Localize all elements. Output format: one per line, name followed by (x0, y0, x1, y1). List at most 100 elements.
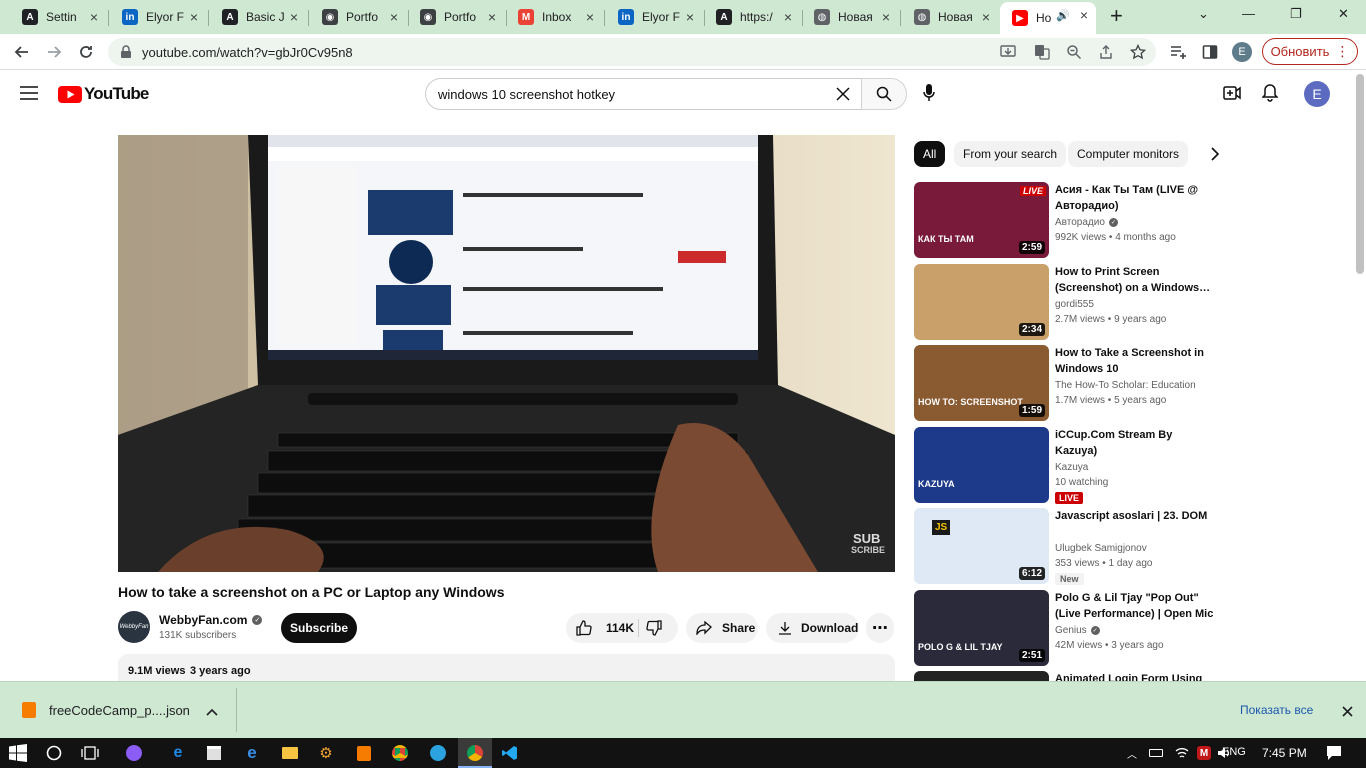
clear-search-icon[interactable] (836, 87, 850, 106)
profile-avatar[interactable]: E (1232, 42, 1252, 62)
browser-tab[interactable]: in Elyor F × (110, 4, 206, 30)
recommendation-channel[interactable]: Kazuya (1055, 462, 1088, 473)
tab-close-icon[interactable]: × (1080, 8, 1088, 22)
forward-icon[interactable] (42, 40, 66, 64)
vscode-icon[interactable] (500, 743, 520, 763)
tab-close-icon[interactable]: × (882, 10, 890, 24)
browser-tab[interactable]: M Inbox × (506, 4, 602, 30)
task-view-icon[interactable] (80, 743, 100, 763)
tab-close-icon[interactable]: × (586, 10, 594, 24)
browser-tab[interactable]: ◍ Новая × (902, 4, 998, 30)
minimize-window-icon[interactable]: — (1242, 6, 1255, 21)
recommendation-channel[interactable]: The How-To Scholar: Education (1055, 380, 1196, 391)
chrome-active-taskbar-button[interactable] (458, 738, 492, 768)
like-button[interactable]: 114K (566, 613, 638, 643)
recommendation-thumbnail[interactable]: 2:34 (914, 264, 1049, 340)
internet-explorer-icon[interactable]: e (242, 743, 262, 763)
install-app-icon[interactable] (1000, 44, 1016, 65)
chip-computer-monitors[interactable]: Computer monitors (1068, 141, 1189, 167)
recommendation-thumbnail[interactable]: KAZUYA (914, 427, 1049, 503)
tab-close-icon[interactable]: × (90, 10, 98, 24)
search-box[interactable]: windows 10 screenshot hotkey (425, 78, 862, 110)
sublime-text-icon[interactable] (354, 743, 374, 763)
recommendation-title[interactable]: Polo G & Lil Tjay "Pop Out" (Live Perfor… (1055, 590, 1215, 622)
store-icon[interactable] (204, 743, 224, 763)
download-options-chevron-icon[interactable] (206, 704, 218, 722)
subscribe-button[interactable]: Subscribe (281, 613, 357, 643)
search-button[interactable] (861, 78, 907, 110)
download-button[interactable]: Download (766, 613, 859, 643)
recommendation-channel[interactable]: Genius (1055, 625, 1087, 636)
browser-tab[interactable]: ◉ Portfo × (408, 4, 504, 30)
lock-icon[interactable] (120, 45, 132, 64)
recommendation-channel-row[interactable]: Genius ✓ (1055, 625, 1100, 636)
page-scrollbar-thumb[interactable] (1356, 74, 1364, 274)
channel-avatar[interactable]: WebbyFan (118, 611, 150, 643)
restore-window-icon[interactable]: ❐ (1290, 6, 1302, 22)
recommendation-item[interactable]: 2:34 How to Print Screen (Screenshot) on … (914, 264, 1214, 340)
tray-overflow-chevron-icon[interactable]: ︿ (1122, 743, 1142, 763)
recommendation-item[interactable]: HOW TO: SCREENSHOT 1:59 How to Take a Scre… (914, 345, 1214, 421)
recommendation-item[interactable]: POLO G & LIL TJAY 2:51 Polo G & Lil Tjay "… (914, 590, 1214, 666)
share-button[interactable]: Share (686, 613, 758, 643)
settings-gear-app-icon[interactable]: ⚙ (316, 743, 336, 763)
tab-audio-icon[interactable]: 🔊 (1056, 9, 1070, 22)
close-window-icon[interactable]: ✕ (1338, 6, 1349, 22)
mcafee-icon[interactable]: M (1194, 743, 1214, 763)
browser-tab[interactable]: in Elyor F × (606, 4, 702, 30)
wifi-icon[interactable] (1172, 743, 1192, 763)
recommendation-channel[interactable]: Авторадио (1055, 217, 1105, 228)
reload-icon[interactable] (74, 40, 98, 64)
search-input[interactable]: windows 10 screenshot hotkey (438, 87, 615, 102)
chip-all[interactable]: All (914, 141, 946, 167)
clock[interactable]: 7:45 PM (1262, 746, 1307, 760)
recommendation-channel-row[interactable]: Авторадио ✓ (1055, 217, 1118, 228)
recommendation-thumbnail[interactable]: КАК ТЫ ТАМ LIVE 2:59 (914, 182, 1049, 258)
browser-tab[interactable]: Ahttps:/× (704, 4, 800, 30)
recommendation-channel-row[interactable]: The How-To Scholar: Education (1055, 380, 1196, 391)
tab-search-chevron-icon[interactable]: ⌄ (1198, 6, 1209, 22)
video-player[interactable]: SUB SCRIBE (118, 135, 895, 572)
account-avatar[interactable]: E (1304, 81, 1330, 107)
side-panel-icon[interactable] (1198, 40, 1222, 64)
language-indicator[interactable]: ENG (1222, 746, 1246, 758)
new-tab-button[interactable]: + (1110, 4, 1123, 28)
address-bar[interactable]: youtube.com/watch?v=gbJr0Cv95n8 (108, 38, 1156, 66)
close-downloads-icon[interactable] (1342, 704, 1353, 722)
chip-from-your-search[interactable]: From your search (954, 141, 1067, 167)
recommendation-thumbnail[interactable]: HOW TO: SCREENSHOT 1:59 (914, 345, 1049, 421)
recommendation-thumbnail[interactable]: JS 6:12 (914, 508, 1049, 584)
zoom-icon[interactable] (1066, 44, 1082, 65)
power-battery-icon[interactable] (1146, 743, 1166, 763)
url-text[interactable]: youtube.com/watch?v=gbJr0Cv95n8 (142, 45, 353, 60)
tab-close-icon[interactable]: × (390, 10, 398, 24)
tab-close-icon[interactable]: × (488, 10, 496, 24)
windows-start-icon[interactable] (8, 743, 28, 763)
action-center-icon[interactable] (1326, 745, 1342, 766)
recommendation-channel[interactable]: gordi555 (1055, 299, 1094, 310)
tab-close-icon[interactable]: × (686, 10, 694, 24)
alice-icon[interactable] (124, 743, 144, 763)
browser-tab[interactable]: ▶ Но 🔊 × (1000, 2, 1096, 34)
dislike-button[interactable] (646, 620, 662, 639)
recommendation-title[interactable]: Javascript asoslari | 23. DOM (1055, 508, 1215, 524)
chrome-icon[interactable] (390, 743, 410, 763)
telegram-icon[interactable] (428, 743, 448, 763)
back-icon[interactable] (10, 40, 34, 64)
share-page-icon[interactable] (1098, 44, 1114, 65)
tab-close-icon[interactable]: × (784, 10, 792, 24)
channel-name[interactable]: WebbyFan.com (159, 613, 247, 627)
bookmark-star-icon[interactable] (1129, 43, 1147, 65)
recommendation-channel[interactable]: Ulugbek Samigjonov (1055, 543, 1147, 554)
recommendation-item[interactable]: КАК ТЫ ТАМ LIVE 2:59 Асия - Как Ты Там (LIV… (914, 182, 1214, 258)
update-browser-button[interactable]: Обновить ⋮ (1262, 38, 1358, 65)
tab-close-icon[interactable]: × (982, 10, 990, 24)
recommendation-title[interactable]: Асия - Как Ты Там (LIVE @ Авторадио) (1055, 182, 1215, 214)
browser-tab[interactable]: A Basic J × (210, 4, 306, 30)
recommendation-thumbnail[interactable]: POLO G & LIL TJAY 2:51 (914, 590, 1049, 666)
recommendation-item[interactable]: KAZUYA iCCup.Com Stream By Kazuya) Kazuya 1… (914, 427, 1214, 504)
recommendation-channel-row[interactable]: Kazuya (1055, 462, 1088, 473)
reading-list-icon[interactable] (1166, 40, 1190, 64)
notifications-bell-icon[interactable] (1261, 84, 1279, 107)
recommendation-title[interactable]: How to Print Screen (Screenshot) on a Wi… (1055, 264, 1215, 296)
